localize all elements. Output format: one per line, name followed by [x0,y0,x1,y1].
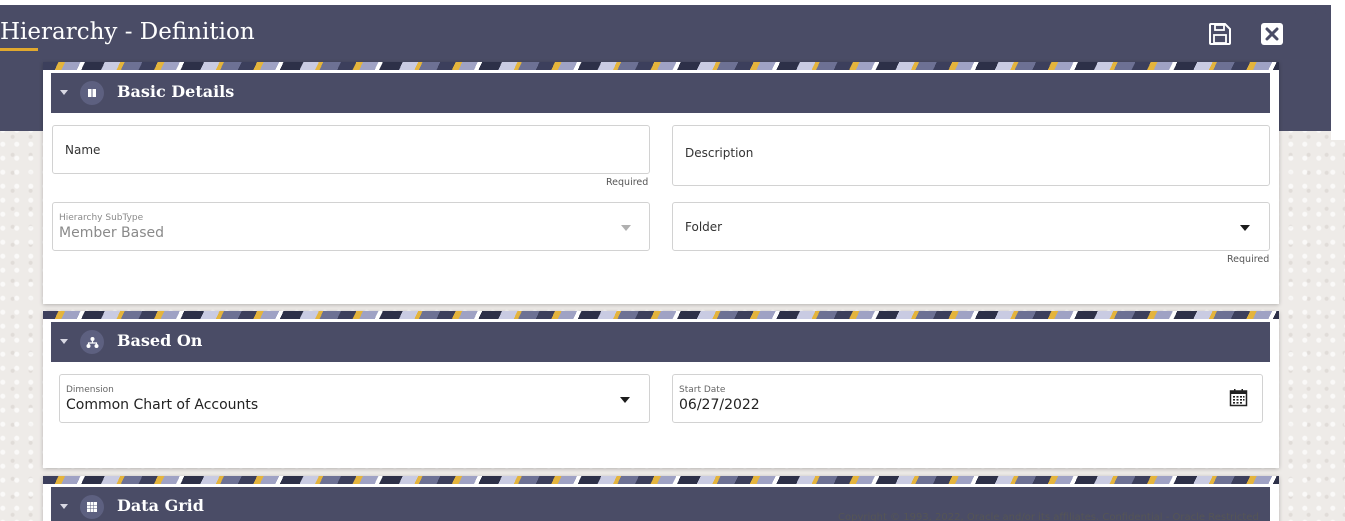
basic-details-card: Basic Details Name Required Description … [43,62,1279,304]
hierarchy-icon [80,330,104,354]
decorative-pattern [43,62,1279,70]
save-icon [1209,23,1231,45]
calendar-icon[interactable] [1229,388,1248,407]
folder-select[interactable]: Folder [672,202,1270,251]
folder-placeholder: Folder [685,220,723,234]
folder-required-hint: Required [1227,254,1270,265]
title-underline [0,48,38,51]
name-required-hint: Required [606,177,649,188]
description-placeholder: Description [685,146,754,160]
decorative-pattern [43,476,1279,484]
subtype-label: Hierarchy SubType [59,213,144,223]
based-on-header[interactable]: Based On [51,322,1270,362]
book-icon [80,81,104,105]
collapse-caret-icon[interactable] [60,339,68,344]
copyright-footer: Copyright © 1993, 2022, Oracle and/or it… [838,512,1259,521]
close-icon [1261,23,1283,45]
help-button[interactable] [1306,6,1323,23]
start-date-field[interactable]: Start Date 06/27/2022 [672,374,1263,423]
basic-details-header[interactable]: Basic Details [51,73,1270,113]
collapse-caret-icon[interactable] [60,90,68,95]
section-title: Data Grid [117,496,204,515]
name-placeholder: Name [65,143,101,157]
subtype-value: Member Based [59,225,165,241]
right-edge [1331,0,1345,140]
start-date-value: 06/27/2022 [679,397,760,413]
dimension-label: Dimension [66,385,114,395]
grid-icon [80,495,104,519]
close-button[interactable] [1257,19,1287,49]
collapse-caret-icon[interactable] [60,504,68,509]
section-title: Based On [117,331,203,350]
chevron-down-icon[interactable] [1240,225,1250,231]
decorative-pattern [43,311,1279,319]
start-date-label: Start Date [679,385,726,395]
help-icon [1307,7,1322,22]
save-button[interactable] [1205,19,1235,49]
description-field[interactable]: Description [672,125,1270,186]
section-title: Basic Details [117,82,235,101]
based-on-card: Based On Dimension Common Chart of Accou… [43,311,1279,468]
hierarchy-subtype-select: Hierarchy SubType Member Based [52,202,650,251]
name-field[interactable]: Name [52,125,650,174]
chevron-down-icon [621,225,631,231]
chevron-down-icon[interactable] [620,397,630,403]
dimension-select[interactable]: Dimension Common Chart of Accounts [59,374,650,423]
page-title: Hierarchy - Definition [0,19,255,45]
dimension-value: Common Chart of Accounts [66,397,259,413]
